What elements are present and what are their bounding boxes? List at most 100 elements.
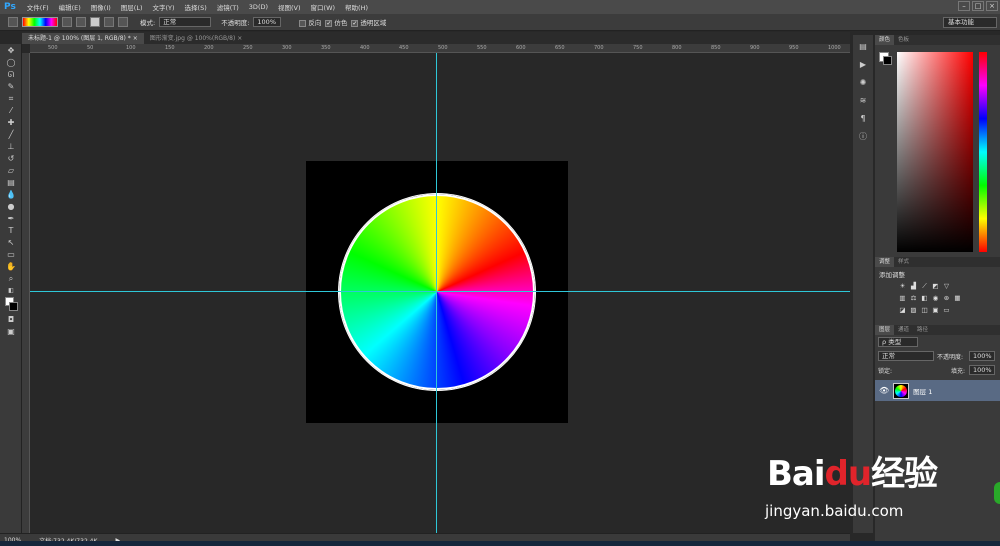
menu-filter[interactable]: 滤镜(T) (212, 2, 244, 12)
tab-layers[interactable]: 图层 (875, 325, 895, 335)
pen-tool-icon[interactable]: ✒ (4, 213, 18, 224)
quick-mask-icon[interactable]: ◘ (4, 314, 18, 325)
tab-channels[interactable]: 通道 (894, 325, 913, 335)
crop-tool-icon[interactable]: ⌗ (4, 93, 18, 104)
workspace-select[interactable]: 基本功能 (943, 17, 997, 28)
close-icon[interactable]: × (133, 35, 138, 42)
eye-icon[interactable]: 👁 (879, 386, 889, 395)
history-brush-tool-icon[interactable]: ↺ (4, 153, 18, 164)
hand-tool-icon[interactable]: ✋ (4, 261, 18, 272)
mode-select[interactable]: 正常 (159, 17, 212, 27)
angle-gradient-icon[interactable] (90, 17, 100, 27)
quick-select-tool-icon[interactable]: ✎ (4, 81, 18, 92)
layer-name[interactable]: 图层 1 (913, 386, 932, 396)
hue-saturation-icon[interactable]: ▥ (898, 294, 907, 302)
tab-untitled[interactable]: 未标题-1 @ 100% (图层 1, RGB/8) * × (22, 33, 144, 44)
vibrance-icon[interactable]: ▽ (942, 282, 951, 290)
selective-color-icon[interactable]: ▣ (931, 306, 940, 314)
radial-gradient-icon[interactable] (76, 17, 86, 27)
brightness-icon[interactable]: ☀ (898, 282, 907, 290)
tab-paths[interactable]: 路径 (913, 325, 932, 335)
blend-mode-select[interactable]: 正常 (878, 351, 934, 361)
blur-tool-icon[interactable]: 💧 (4, 189, 18, 200)
tab-swatches[interactable]: 色板 (894, 35, 913, 45)
dodge-tool-icon[interactable]: ● (4, 201, 18, 212)
threshold-icon[interactable]: ◫ (920, 306, 929, 314)
shape-tool-icon[interactable]: ▭ (4, 249, 18, 260)
menu-file[interactable]: 文件(F) (22, 2, 54, 12)
linear-gradient-icon[interactable] (62, 17, 72, 27)
lasso-tool-icon[interactable]: ᘏ (4, 69, 18, 80)
foreground-background-swatch[interactable] (4, 297, 18, 313)
history-icon[interactable]: ▤ (857, 41, 869, 53)
character-icon[interactable]: ¶ (857, 113, 869, 125)
maximize-button[interactable]: □ (972, 1, 984, 11)
hue-slider[interactable] (979, 52, 987, 252)
tab-gradient-jpg[interactable]: 图形渐变.jpg @ 100%(RGB/8) × (144, 33, 249, 44)
zoom-tool-icon[interactable]: ⌕ (4, 273, 18, 284)
gradient-circle-selection[interactable] (339, 194, 535, 390)
type-tool-icon[interactable]: T (4, 225, 18, 236)
color-balance-icon[interactable]: ⚖ (909, 294, 918, 302)
menu-window[interactable]: 窗口(W) (306, 2, 341, 12)
opacity-input[interactable]: 100% (253, 17, 282, 27)
menu-image[interactable]: 图像(I) (86, 2, 116, 12)
exposure-icon[interactable]: ◩ (931, 282, 940, 290)
photo-filter-icon[interactable]: ◉ (931, 294, 940, 302)
healing-brush-tool-icon[interactable]: ✚ (4, 117, 18, 128)
screen-mode-icon[interactable]: ▣ (4, 326, 18, 337)
reflected-gradient-icon[interactable] (104, 17, 114, 27)
background-color-swatch[interactable] (883, 56, 892, 65)
clone-stamp-tool-icon[interactable]: ⊥ (4, 141, 18, 152)
menu-type[interactable]: 文字(Y) (148, 2, 180, 12)
brush-tool-icon[interactable]: ╱ (4, 129, 18, 140)
channel-mixer-icon[interactable]: ⊛ (942, 294, 951, 302)
layer-thumbnail[interactable] (893, 382, 910, 399)
black-white-icon[interactable]: ◧ (920, 294, 929, 302)
close-icon[interactable]: × (237, 35, 242, 42)
fill-input[interactable]: 100% (969, 365, 995, 375)
posterize-icon[interactable]: ▨ (909, 306, 918, 314)
layer-opacity-input[interactable]: 100% (969, 351, 995, 361)
marquee-tool-icon[interactable]: ◯ (4, 57, 18, 68)
move-tool-icon[interactable]: ✥ (4, 45, 18, 56)
eyedropper-tool-icon[interactable]: ⁄ (4, 105, 18, 116)
actions-play-icon[interactable]: ▶ (857, 59, 869, 71)
gradient-map-icon[interactable]: ▭ (942, 306, 951, 314)
gradient-preview[interactable] (22, 17, 58, 27)
curves-icon[interactable]: ⟋ (920, 282, 929, 290)
menu-select[interactable]: 选择(S) (180, 2, 212, 12)
tab-adjustments[interactable]: 调整 (875, 257, 895, 267)
menu-help[interactable]: 帮助(H) (340, 2, 373, 12)
menu-view[interactable]: 视图(V) (273, 2, 306, 12)
minimize-button[interactable]: – (958, 1, 970, 11)
default-colors-icon[interactable]: ◧ (4, 285, 18, 296)
tab-styles[interactable]: 样式 (894, 257, 913, 267)
layer-kind-filter[interactable]: ρ 类型 (878, 337, 918, 347)
floating-button[interactable] (994, 482, 1000, 504)
invert-icon[interactable]: ◪ (898, 306, 907, 314)
diamond-gradient-icon[interactable] (118, 17, 128, 27)
color-picker-field[interactable] (897, 52, 973, 252)
document-canvas[interactable] (306, 161, 568, 423)
menu-edit[interactable]: 编辑(E) (54, 2, 86, 12)
gradient-tool-icon[interactable]: ▤ (4, 177, 18, 188)
tool-preset-picker[interactable] (8, 17, 18, 27)
color-lookup-icon[interactable]: ▦ (953, 294, 962, 302)
canvas-area[interactable] (30, 53, 850, 533)
close-button[interactable]: × (986, 1, 998, 11)
layer-row[interactable]: 👁 图层 1 (875, 380, 1000, 401)
menu-layer[interactable]: 图层(L) (116, 2, 148, 12)
transparency-checkbox[interactable]: ✓ 透明区域 (351, 17, 386, 27)
horizontal-guide[interactable] (30, 291, 850, 292)
eraser-tool-icon[interactable]: ▱ (4, 165, 18, 176)
reverse-checkbox[interactable]: 反向 (299, 17, 321, 27)
tab-color[interactable]: 颜色 (875, 35, 895, 45)
brush-presets-icon[interactable]: ≋ (857, 95, 869, 107)
dither-checkbox[interactable]: ✓ 仿色 (325, 17, 347, 27)
info-icon[interactable]: ⓘ (857, 131, 869, 143)
menu-3d[interactable]: 3D(D) (244, 3, 273, 11)
brush-settings-icon[interactable]: ✺ (857, 77, 869, 89)
vertical-guide[interactable] (436, 53, 437, 533)
levels-icon[interactable]: ▟ (909, 282, 918, 290)
